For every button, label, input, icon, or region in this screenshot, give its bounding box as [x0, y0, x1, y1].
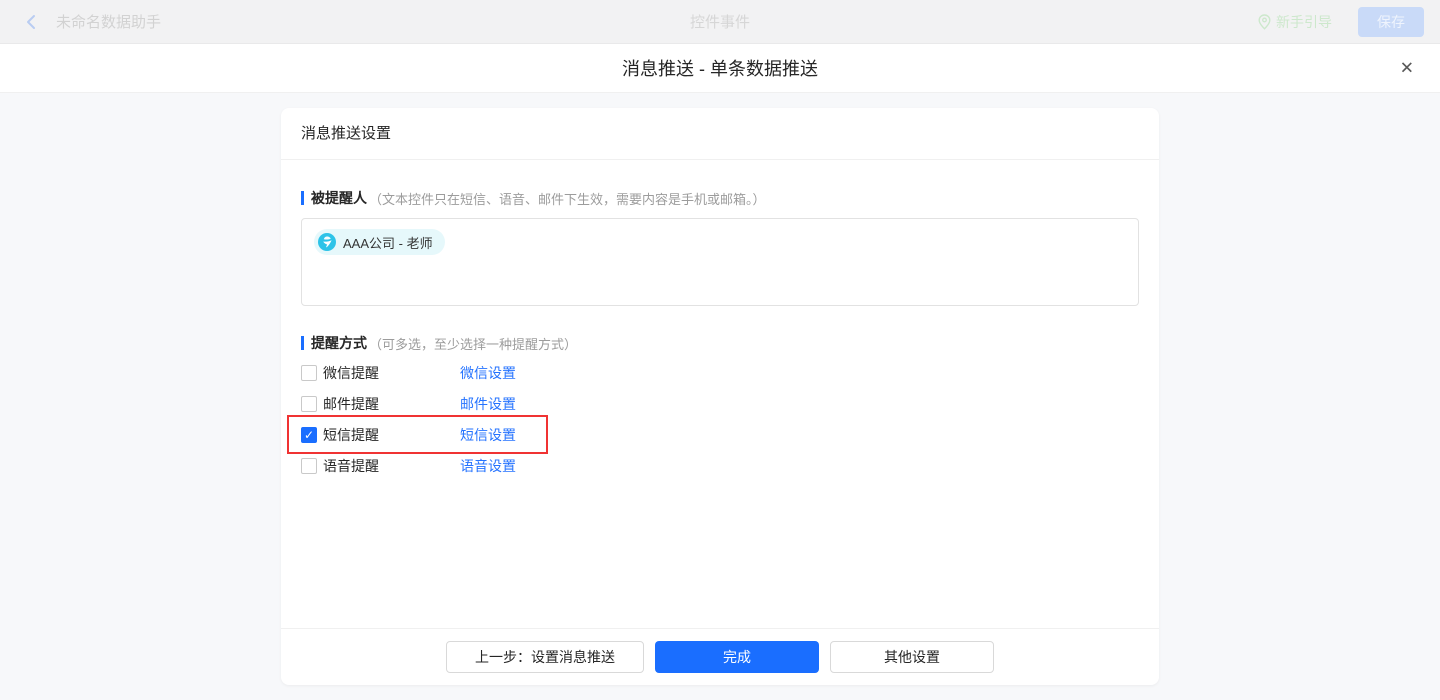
method-row: 语音提醒 语音设置 [301, 450, 548, 481]
method-section-note: （可多选，至少选择一种提醒方式） [369, 334, 577, 353]
app-title: 未命名数据助手 [56, 11, 161, 32]
method-checkbox[interactable] [301, 458, 317, 474]
beginner-guide-label: 新手引导 [1276, 12, 1332, 32]
topbar: 未命名数据助手 控件事件 新手引导 保存 [0, 0, 1440, 44]
back-icon[interactable] [24, 14, 38, 30]
method-row: 微信提醒 微信设置 [301, 357, 548, 388]
topbar-left: 未命名数据助手 [24, 11, 161, 32]
method-label: 微信提醒 [323, 363, 460, 383]
method-settings-link[interactable]: 邮件设置 [460, 394, 516, 414]
prev-step-button[interactable]: 上一步：设置消息推送 [446, 641, 644, 673]
method-section-title: 提醒方式 （可多选，至少选择一种提醒方式） [301, 335, 1139, 351]
close-icon[interactable]: ✕ [1400, 60, 1414, 77]
method-row: ✓ 短信提醒 短信设置 [301, 419, 548, 450]
method-checkbox[interactable] [301, 396, 317, 412]
card-body: 被提醒人 （文本控件只在短信、语音、邮件下生效，需要内容是手机或邮箱。） AAA… [281, 160, 1159, 628]
section-accent-bar [301, 191, 304, 205]
other-settings-button[interactable]: 其他设置 [830, 641, 994, 673]
page-title: 控件事件 [690, 11, 750, 32]
method-settings-link[interactable]: 短信设置 [460, 425, 516, 445]
recipient-section-title: 被提醒人 （文本控件只在短信、语音、邮件下生效，需要内容是手机或邮箱。） [301, 190, 1139, 206]
recipient-input-box[interactable]: AAA公司 - 老师 [301, 218, 1139, 306]
location-pin-icon [1258, 14, 1271, 30]
method-section-name: 提醒方式 [311, 333, 367, 353]
topbar-right: 新手引导 保存 [1258, 7, 1424, 37]
modal-header: 消息推送 - 单条数据推送 ✕ [0, 44, 1440, 93]
recipient-tag-label: AAA公司 - 老师 [343, 233, 433, 252]
method-settings-link[interactable]: 语音设置 [460, 456, 516, 476]
dingtalk-icon [318, 233, 336, 251]
settings-card: 消息推送设置 被提醒人 （文本控件只在短信、语音、邮件下生效，需要内容是手机或邮… [281, 108, 1159, 685]
done-button[interactable]: 完成 [655, 641, 819, 673]
section-accent-bar [301, 336, 304, 350]
beginner-guide-link[interactable]: 新手引导 [1258, 12, 1332, 32]
method-row: 邮件提醒 邮件设置 [301, 388, 548, 419]
method-label: 短信提醒 [323, 425, 460, 445]
modal-title: 消息推送 - 单条数据推送 [622, 55, 818, 81]
method-checkbox[interactable] [301, 365, 317, 381]
recipient-section-name: 被提醒人 [311, 188, 367, 208]
card-footer: 上一步：设置消息推送 完成 其他设置 [281, 628, 1159, 685]
method-rows: 微信提醒 微信设置 邮件提醒 邮件设置 ✓ 短信提醒 短信设置 [301, 357, 1139, 481]
recipient-tag[interactable]: AAA公司 - 老师 [314, 229, 445, 255]
recipient-section-note: （文本控件只在短信、语音、邮件下生效，需要内容是手机或邮箱。） [369, 189, 766, 208]
method-settings-link[interactable]: 微信设置 [460, 363, 516, 383]
card-header-title: 消息推送设置 [281, 108, 1159, 160]
method-label: 语音提醒 [323, 456, 460, 476]
method-section: 提醒方式 （可多选，至少选择一种提醒方式） 微信提醒 微信设置 邮件提醒 邮件设… [301, 335, 1139, 481]
save-button[interactable]: 保存 [1358, 7, 1424, 37]
modal-body: 消息推送设置 被提醒人 （文本控件只在短信、语音、邮件下生效，需要内容是手机或邮… [0, 93, 1440, 699]
method-label: 邮件提醒 [323, 394, 460, 414]
method-checkbox[interactable]: ✓ [301, 427, 317, 443]
